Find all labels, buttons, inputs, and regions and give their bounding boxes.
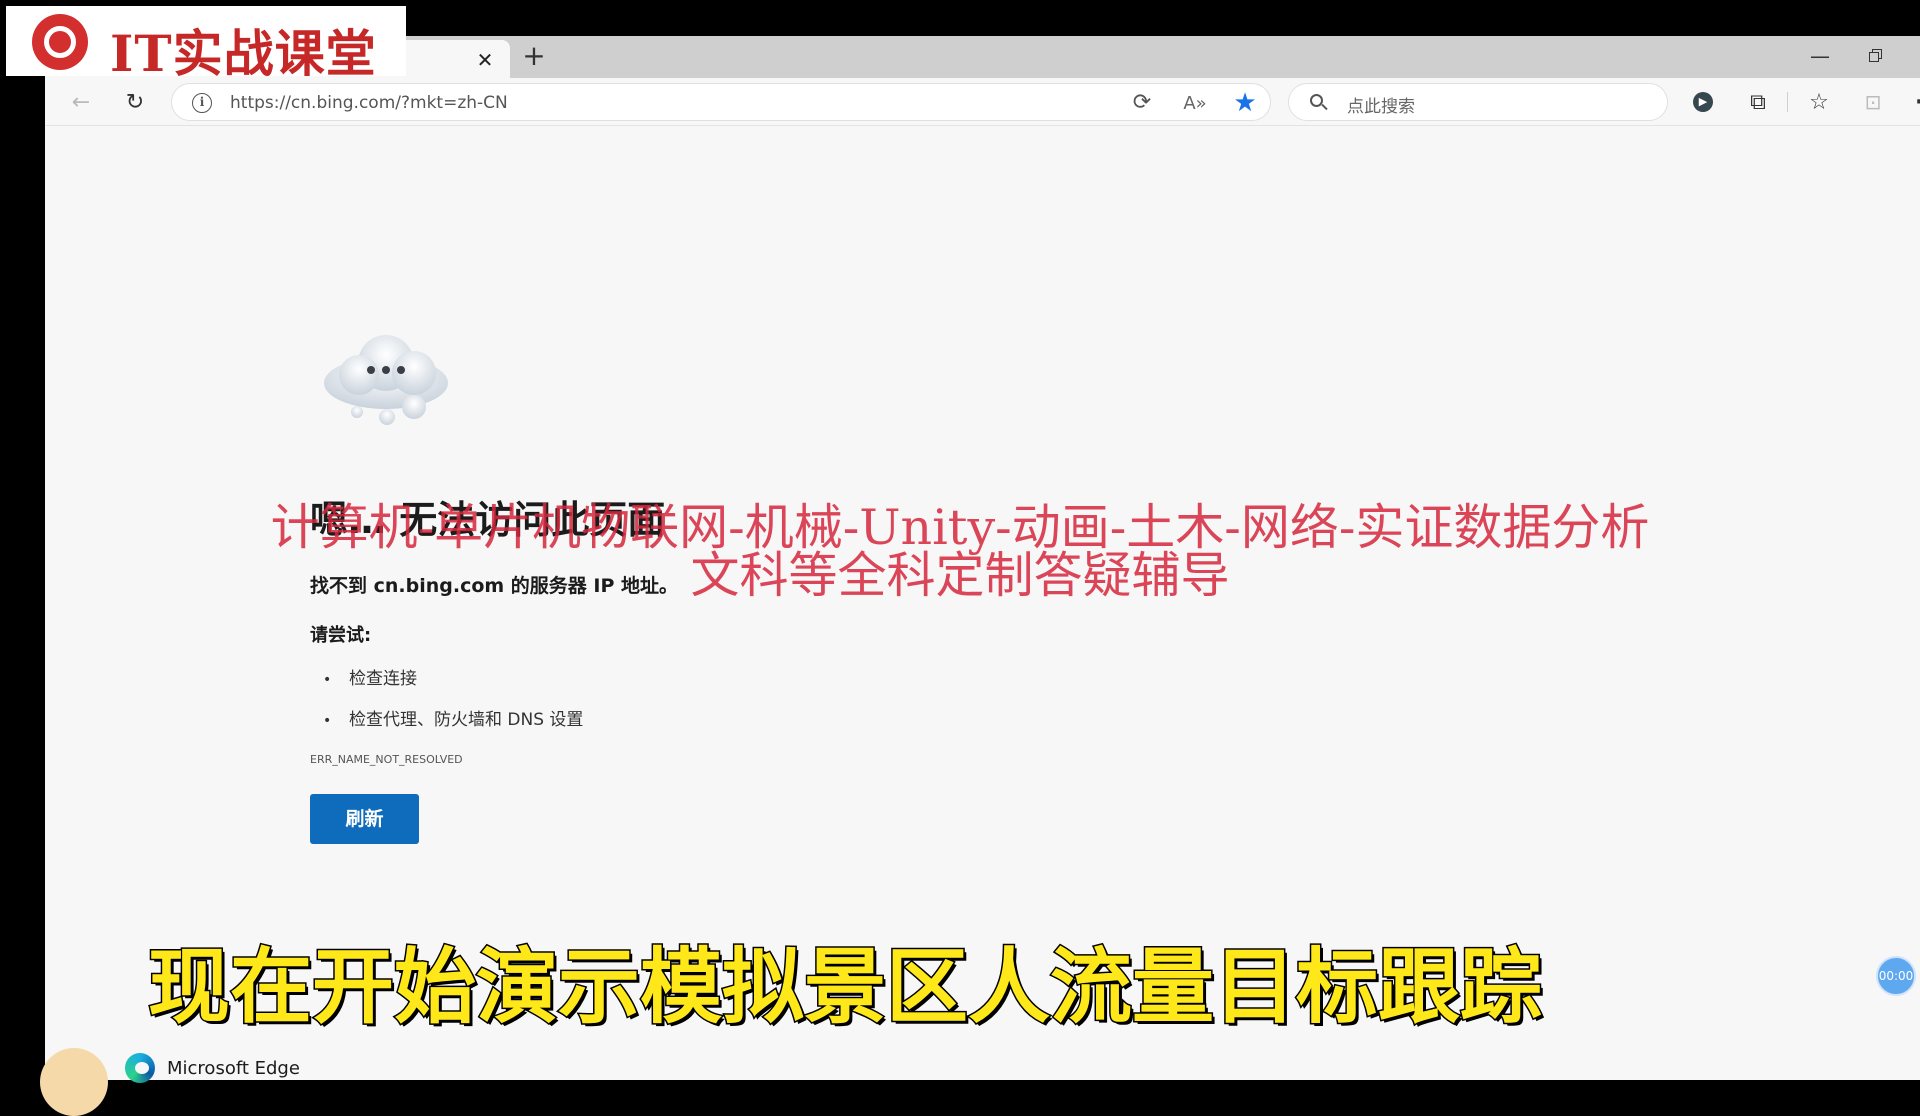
search-icon [1309, 93, 1329, 113]
sync-icon[interactable]: ⟳ [1130, 92, 1154, 116]
edge-brand-name: Microsoft Edge [167, 1057, 300, 1079]
suggestion-item: • 检查连接 [323, 669, 417, 689]
channel-logo: IT实战课堂 [6, 6, 406, 83]
extensions-icon[interactable]: ⧉ [1742, 86, 1774, 118]
suggestion-item: • 检查代理、防火墙和 DNS 设置 [323, 710, 584, 730]
copilot-icon[interactable]: ▶ [1687, 86, 1719, 118]
search-input[interactable]: 点此搜索 [1288, 83, 1668, 121]
chrome-like-logo-icon [32, 14, 88, 70]
refresh-button[interactable]: 刷新 [310, 794, 419, 844]
cloud-icon [324, 335, 448, 425]
error-code: ERR_NAME_NOT_RESOLVED [310, 753, 463, 766]
minimize-icon[interactable]: — [1805, 44, 1835, 68]
toolbar-divider [1787, 92, 1788, 112]
restore-icon[interactable] [1861, 44, 1891, 68]
read-aloud-icon[interactable]: A» [1182, 92, 1208, 116]
more-options-icon[interactable]: ··· [1913, 86, 1920, 118]
edge-logo-icon [125, 1053, 155, 1083]
video-subtitle: 现在开始演示模拟景区人流量目标跟踪 [146, 939, 1543, 1037]
close-icon[interactable]: ✕ [473, 48, 497, 72]
info-icon[interactable]: i [192, 93, 212, 113]
url-text[interactable]: https://cn.bing.com/?mkt=zh-CN [230, 93, 508, 113]
timer-badge[interactable]: 00:00 [1876, 956, 1916, 996]
collections-icon[interactable]: ⊡ [1857, 86, 1889, 118]
plus-icon[interactable]: + [519, 42, 549, 72]
corner-decoration [40, 1048, 108, 1116]
address-bar[interactable]: i https://cn.bing.com/?mkt=zh-CN ⟳ A» ★ [171, 83, 1271, 121]
channel-logo-text: IT实战课堂 [110, 24, 377, 83]
try-label: 请尝试: [310, 625, 372, 646]
reload-icon[interactable]: ↻ [119, 86, 151, 118]
video-frame: ✕ + — ← ↻ i https://cn.bing.com/?mkt=zh-… [0, 0, 1920, 1116]
favorites-icon[interactable]: ☆ [1803, 86, 1835, 118]
search-placeholder[interactable]: 点此搜索 [1347, 92, 1415, 117]
watermark-line-2: 文科等全科定制答疑辅导 [690, 547, 1230, 604]
favorite-star-icon[interactable]: ★ [1232, 90, 1258, 116]
back-arrow-icon[interactable]: ← [65, 86, 97, 118]
